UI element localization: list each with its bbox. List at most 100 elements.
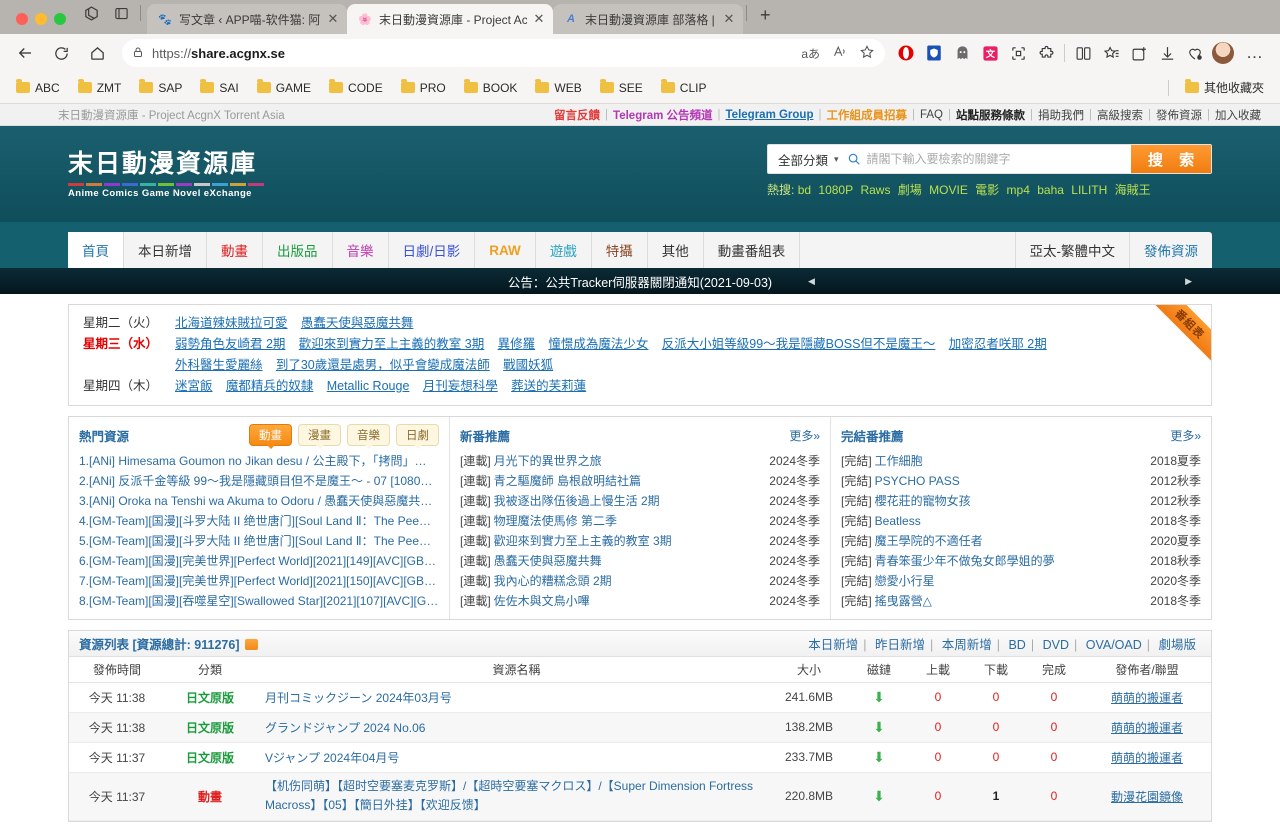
favorite-star-icon[interactable] xyxy=(859,44,875,63)
bookmark-game[interactable]: GAME xyxy=(251,78,317,98)
filter-tab-manga[interactable]: 漫畫 xyxy=(298,424,341,449)
hot-keyword-raws[interactable]: Raws xyxy=(860,183,890,197)
translate-icon[interactable]: aあ xyxy=(801,45,820,62)
cell-publisher[interactable]: 萌萌的搬運者 xyxy=(1111,751,1183,765)
capture-icon[interactable] xyxy=(1005,40,1031,66)
schedule-link[interactable]: 迷宮飯 xyxy=(175,379,213,393)
topbar-link-telegram-channel[interactable]: Telegram 公告頻道 xyxy=(608,107,717,123)
panel-more-link[interactable]: 更多» xyxy=(789,427,820,444)
sidebar-toggle-icon[interactable] xyxy=(106,0,136,34)
anime-link[interactable]: 青之驅魔師 島根啟明結社篇 xyxy=(494,471,641,491)
triangle-left-icon[interactable]: ◀ xyxy=(808,276,815,287)
nav-item-music[interactable]: 音樂 xyxy=(333,232,389,268)
search-category-select[interactable]: 全部分類 ▾ xyxy=(768,145,847,173)
quick-link-movie[interactable]: 劇場版 xyxy=(1153,638,1201,652)
minimize-window-button[interactable] xyxy=(35,13,47,25)
list-item[interactable]: [完結] 搖曳露營△ 2018冬季 xyxy=(841,591,1201,611)
hot-keyword-mp4[interactable]: mp4 xyxy=(1007,183,1030,197)
filter-tab-anime[interactable]: 動畫 xyxy=(249,424,292,449)
close-tab-icon[interactable]: ✕ xyxy=(723,11,735,27)
hot-resource-link[interactable]: 4.[GM-Team][国漫][斗罗大陆 II 绝世唐门][Soul Land … xyxy=(79,511,431,531)
list-item[interactable]: [完結] 戀愛小行星 2020冬季 xyxy=(841,571,1201,591)
bookmark-sap[interactable]: SAP xyxy=(133,78,188,98)
read-aloud-icon[interactable] xyxy=(832,44,847,62)
anime-link[interactable]: 櫻花莊的寵物女孩 xyxy=(875,491,971,511)
search-box[interactable]: 全部分類 ▾ 搜 索 xyxy=(767,144,1212,174)
download-icon[interactable]: ⬇ xyxy=(873,788,885,804)
list-item[interactable]: 1.[ANi] Himesama Goumon no Jikan desu / … xyxy=(79,451,439,471)
anime-link[interactable]: 搖曳露營△ xyxy=(875,591,932,611)
download-icon[interactable]: ⬇ xyxy=(873,689,885,705)
list-item[interactable]: [完結] PSYCHO PASS 2012秋季 xyxy=(841,471,1201,491)
hot-resource-link[interactable]: 6.[GM-Team][国漫][完美世界][Perfect World][202… xyxy=(79,551,439,571)
schedule-link[interactable]: 北海道辣妹賊拉可愛 xyxy=(175,316,288,330)
list-item[interactable]: [完結] 櫻花莊的寵物女孩 2012秋季 xyxy=(841,491,1201,511)
puzzle-icon[interactable] xyxy=(1033,40,1059,66)
nav-item-publications[interactable]: 出版品 xyxy=(263,232,333,268)
download-icon[interactable]: ⬇ xyxy=(873,719,885,735)
quick-link-week[interactable]: 本周新增 xyxy=(937,638,997,652)
anime-link[interactable]: 工作細胞 xyxy=(875,451,923,471)
hot-keyword-dianying[interactable]: 電影 xyxy=(975,183,999,197)
column-header-size[interactable]: 大小 xyxy=(769,657,849,683)
list-item[interactable]: 3.[ANi] Oroka na Tenshi wa Akuma to Odor… xyxy=(79,491,439,511)
maximize-window-button[interactable] xyxy=(54,13,66,25)
list-item[interactable]: [連載] 青之驅魔師 島根啟明結社篇 2024冬季 xyxy=(460,471,820,491)
cell-category[interactable]: 日文原版 xyxy=(186,691,234,705)
schedule-link[interactable]: 葬送的芙莉蓮 xyxy=(511,379,586,393)
hot-resource-link[interactable]: 3.[ANi] Oroka na Tenshi wa Akuma to Odor… xyxy=(79,491,432,511)
quick-link-yesterday[interactable]: 昨日新增 xyxy=(870,638,930,652)
cell-category[interactable]: 日文原版 xyxy=(186,721,234,735)
hot-resource-link[interactable]: 8.[GM-Team][国漫][吞噬星空][Swallowed Star][20… xyxy=(79,591,438,611)
triangle-right-icon[interactable]: ▶ xyxy=(1185,276,1192,287)
bookmark-book[interactable]: BOOK xyxy=(458,78,524,98)
bookmark-abc[interactable]: ABC xyxy=(10,78,66,98)
nav-item-raw[interactable]: RAW xyxy=(475,232,536,268)
list-item[interactable]: 4.[GM-Team][国漫][斗罗大陆 II 绝世唐门][Soul Land … xyxy=(79,511,439,531)
bookmark-pro[interactable]: PRO xyxy=(395,78,452,98)
column-header-seeders[interactable]: 上載 xyxy=(909,657,967,683)
list-item[interactable]: [完結] 青春笨蛋少年不做兔女郎學姐的夢 2018秋季 xyxy=(841,551,1201,571)
bookmark-code[interactable]: CODE xyxy=(323,78,389,98)
topbar-link-advanced-search[interactable]: 高級搜索 xyxy=(1092,107,1148,123)
translate-ext-icon[interactable]: 文 xyxy=(977,40,1003,66)
bookmark-see[interactable]: SEE xyxy=(594,78,649,98)
column-header-publisher[interactable]: 發佈者/聯盟 xyxy=(1083,657,1211,683)
schedule-link[interactable]: 魔都精兵的奴隸 xyxy=(226,379,314,393)
browser-tab-2[interactable]: 🌸 末日動漫資源庫 - Project Acg ✕ xyxy=(347,4,553,34)
hot-resource-link[interactable]: 7.[GM-Team][国漫][完美世界][Perfect World][202… xyxy=(79,571,439,591)
hot-keyword-movie[interactable]: MOVIE xyxy=(929,183,968,197)
list-item[interactable]: [連載] 我被逐出隊伍後過上慢生活 2期 2024冬季 xyxy=(460,491,820,511)
topbar-link-donate[interactable]: 捐助我們 xyxy=(1033,107,1089,123)
anime-link[interactable]: 戀愛小行星 xyxy=(875,571,935,591)
table-row[interactable]: 今天 11:37 動畫 【机伤同萌】【超时空要塞麦克罗斯】/【超時空要塞マクロス… xyxy=(69,772,1211,821)
column-header-leechers[interactable]: 下載 xyxy=(967,657,1025,683)
cell-resource-name[interactable]: Vジャンプ 2024年04月号 xyxy=(265,751,399,765)
nav-item-game[interactable]: 遊戲 xyxy=(536,232,592,268)
cell-publisher[interactable]: 動漫花園鏡像 xyxy=(1111,790,1183,804)
list-item[interactable]: [連載] 佐佐木與文鳥小嗶 2024冬季 xyxy=(460,591,820,611)
bookmark-zmt[interactable]: ZMT xyxy=(72,78,128,98)
back-icon[interactable] xyxy=(8,38,42,68)
shield-ext-icon[interactable] xyxy=(921,40,947,66)
nav-item-drama[interactable]: 日劇/日影 xyxy=(389,232,476,268)
list-item[interactable]: [完結] 工作細胞 2018夏季 xyxy=(841,451,1201,471)
topbar-link-publish[interactable]: 發佈資源 xyxy=(1151,107,1207,123)
schedule-link[interactable]: 外科醫生愛麗絲 xyxy=(175,358,263,372)
anime-link[interactable]: 我內心的糟糕念頭 2期 xyxy=(494,571,612,591)
nav-item-other[interactable]: 其他 xyxy=(648,232,704,268)
anime-link[interactable]: 物理魔法使馬修 第二季 xyxy=(494,511,617,531)
anime-link[interactable]: Beatless xyxy=(875,511,921,531)
list-item[interactable]: 7.[GM-Team][国漫][完美世界][Perfect World][202… xyxy=(79,571,439,591)
nav-item-tokusatsu[interactable]: 特攝 xyxy=(592,232,648,268)
nav-item-home[interactable]: 首頁 xyxy=(68,232,124,268)
list-item[interactable]: [連載] 愚蠢天使與惡魔共舞 2024冬季 xyxy=(460,551,820,571)
home-icon[interactable] xyxy=(80,38,114,68)
anime-link[interactable]: PSYCHO PASS xyxy=(875,471,960,491)
settings-more-icon[interactable]: … xyxy=(1238,38,1272,68)
bookmark-sai[interactable]: SAI xyxy=(194,78,244,98)
ghost-ext-icon[interactable] xyxy=(949,40,975,66)
schedule-link[interactable]: 異修羅 xyxy=(498,337,536,351)
hot-keyword-onepiece[interactable]: 海賊王 xyxy=(1115,183,1151,197)
avatar[interactable] xyxy=(1210,40,1236,66)
